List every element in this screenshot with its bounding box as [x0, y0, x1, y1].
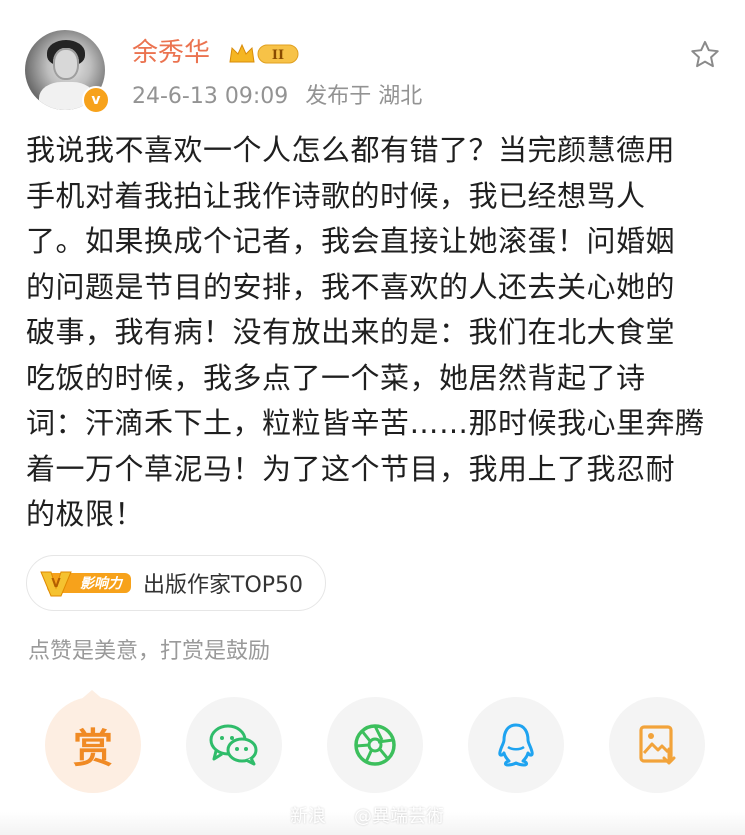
qq-penguin-icon	[498, 723, 534, 767]
content-line: 的极限！	[26, 497, 145, 531]
wechat-icon	[209, 724, 258, 766]
reward-label: 赏	[73, 726, 113, 772]
influence-tag-label: 出版作家TOP50	[143, 573, 304, 598]
favorite-star-button[interactable]	[686, 36, 724, 74]
post-location: 发布于 湖北	[305, 84, 423, 109]
post-timestamp: 24-6-13 09:09	[132, 84, 289, 109]
content-line: 吃饭的时候，我多点了一个菜，她居然背起了诗	[26, 360, 646, 395]
share-wechat-button[interactable]	[186, 697, 282, 793]
username[interactable]: 余秀华	[132, 36, 210, 70]
post-header: v 余秀华 II 24-6-13 09:09 发布于 湖北	[0, 0, 745, 120]
influence-badge-text: 影响力	[80, 575, 124, 592]
vip-level-text: II	[272, 48, 284, 63]
content-line: 着一万个草泥马！为了这个节目，我用上了我忍耐	[26, 451, 676, 486]
reward-note: 点赞是美意，打赏是鼓励	[28, 639, 271, 664]
star-icon	[691, 40, 719, 68]
v-letter: V	[51, 576, 61, 590]
post-meta: 24-6-13 09:09 发布于 湖北	[132, 82, 432, 112]
watermark-site: 新浪	[290, 806, 326, 827]
content-line: 词：汗滴禾下土，粒粒皆辛苦……那时候我心里奔腾	[26, 406, 705, 440]
content-line: 手机对着我拍让我作诗歌的时候，我已经想骂人	[26, 178, 646, 213]
vip-crown-badge-icon: II	[229, 43, 299, 64]
share-qq-button[interactable]	[468, 697, 564, 793]
reward-button[interactable]: 赏	[45, 697, 141, 793]
watermark-handle: @異端芸術	[354, 806, 444, 827]
influence-tag[interactable]: V 影响力 出版作家TOP50	[26, 555, 327, 611]
action-row: 赏	[0, 690, 745, 802]
post-content: 我说我不喜欢一个人怎么都有错了？当完颜慧德用 手机对着我拍让我作诗歌的时候，我已…	[26, 128, 721, 538]
moments-aperture-icon	[354, 724, 396, 766]
v-influence-badge-icon: V 影响力	[40, 571, 131, 597]
content-line: 的问题是节目的安排，我不喜欢的人还去关心她的	[26, 269, 676, 304]
content-line: 破事，我有病！没有放出来的是：我们在北大食堂	[26, 315, 676, 349]
share-moments-button[interactable]	[327, 697, 423, 793]
content-line: 我说我不喜欢一个人怎么都有错了？当完颜慧德用	[26, 133, 676, 167]
save-image-button[interactable]	[609, 697, 705, 793]
watermark: 新浪 @異端芸術	[290, 802, 444, 828]
save-image-icon	[639, 725, 676, 765]
content-line: 了。如果换成个记者，我会直接让她滚蛋！问婚姻	[26, 224, 676, 258]
verified-v-icon: v	[82, 86, 110, 114]
